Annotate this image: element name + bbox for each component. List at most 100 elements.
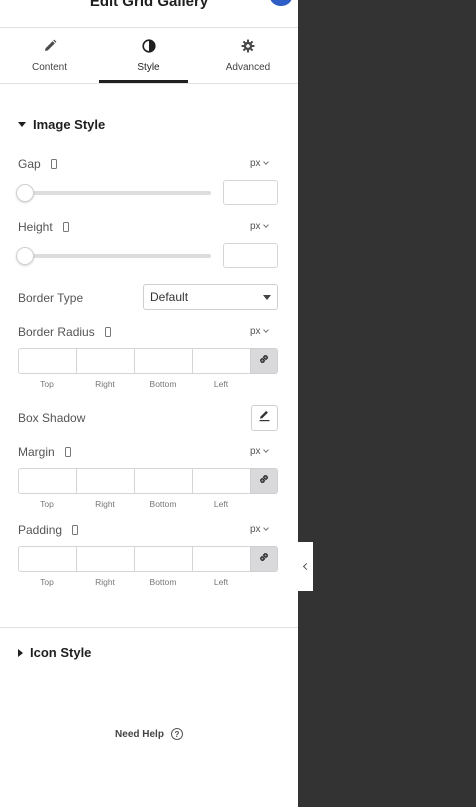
border-radius-control-label: Border Radius xyxy=(18,325,111,339)
gap-input[interactable] xyxy=(223,180,278,205)
mobile-device-icon[interactable] xyxy=(72,525,79,535)
margin-left-input[interactable] xyxy=(192,468,250,494)
link-values-button[interactable] xyxy=(250,546,278,572)
link-icon xyxy=(258,472,270,490)
chevron-down-icon xyxy=(262,525,269,531)
tab-label: Style xyxy=(137,62,160,73)
box-shadow-edit-button[interactable] xyxy=(251,405,278,431)
height-slider-handle[interactable] xyxy=(16,247,34,265)
section-icon-style[interactable]: Icon Style xyxy=(18,645,91,660)
mobile-device-icon[interactable] xyxy=(62,222,69,232)
padding-right-input[interactable] xyxy=(76,546,134,572)
height-input[interactable] xyxy=(223,243,278,268)
dim-label-bottom: Bottom xyxy=(149,577,177,587)
box-shadow-label: Box Shadow xyxy=(18,411,86,425)
caret-right-icon xyxy=(18,648,23,657)
dim-label-right: Right xyxy=(95,499,115,509)
border-radius-right-input[interactable] xyxy=(76,348,134,374)
dim-label-left: Left xyxy=(213,577,229,587)
dim-label-left: Left xyxy=(213,499,229,509)
panel-tabs: Content Style Advanced xyxy=(0,28,298,84)
unit-label: px xyxy=(250,221,261,232)
padding-label: Padding xyxy=(18,523,63,537)
panel-title: Edit Grid Gallery xyxy=(89,0,209,10)
margin-right-input[interactable] xyxy=(76,468,134,494)
collapse-panel-button[interactable] xyxy=(298,542,313,591)
question-icon: ? xyxy=(170,728,183,740)
tab-style[interactable]: Style xyxy=(99,28,198,84)
chevron-down-icon xyxy=(262,327,269,333)
gap-slider[interactable] xyxy=(16,184,211,202)
padding-dimensions xyxy=(18,546,278,572)
padding-left-input[interactable] xyxy=(192,546,250,572)
height-unit-select[interactable]: px xyxy=(250,221,269,232)
height-label: Height xyxy=(18,220,53,234)
link-icon xyxy=(258,550,270,568)
caret-down-icon xyxy=(263,295,271,300)
editor-panel: Edit Grid Gallery Content Style Advanced… xyxy=(0,0,298,807)
dim-label-top: Top xyxy=(40,379,54,389)
gap-label: Gap xyxy=(18,157,41,171)
section-title: Image Style xyxy=(33,117,106,132)
border-type-label: Border Type xyxy=(18,291,84,305)
mobile-device-icon[interactable] xyxy=(50,159,57,169)
unit-label: px xyxy=(250,158,261,169)
tab-advanced[interactable]: Advanced xyxy=(198,28,298,84)
mobile-device-icon[interactable] xyxy=(64,447,71,457)
border-radius-dimensions xyxy=(18,348,278,374)
border-radius-label: Border Radius xyxy=(18,325,95,339)
chevron-left-icon xyxy=(302,562,311,571)
gap-unit-select[interactable]: px xyxy=(250,158,269,169)
gap-slider-handle[interactable] xyxy=(16,184,34,202)
link-values-button[interactable] xyxy=(250,348,278,374)
dim-label-bottom: Bottom xyxy=(149,499,177,509)
margin-unit-select[interactable]: px xyxy=(250,446,269,457)
padding-top-input[interactable] xyxy=(18,546,76,572)
margin-label: Margin xyxy=(18,445,55,459)
border-radius-unit-select[interactable]: px xyxy=(250,326,269,337)
need-help-label: Need Help xyxy=(115,728,164,740)
tab-label: Content xyxy=(31,62,68,73)
section-title: Icon Style xyxy=(30,645,92,660)
dim-label-right: Right xyxy=(95,379,115,389)
caret-down-icon xyxy=(18,122,26,127)
dim-label-bottom: Bottom xyxy=(149,379,177,389)
section-divider xyxy=(0,627,298,628)
dim-label-top: Top xyxy=(40,577,54,587)
link-icon xyxy=(258,352,270,370)
section-image-style[interactable]: Image Style xyxy=(18,117,105,132)
gear-icon xyxy=(241,39,255,58)
link-values-button[interactable] xyxy=(250,468,278,494)
border-radius-bottom-input[interactable] xyxy=(134,348,192,374)
border-radius-top-input[interactable] xyxy=(18,348,76,374)
pencil-icon xyxy=(43,39,57,58)
chevron-down-icon xyxy=(262,447,269,453)
active-tab-indicator xyxy=(99,80,188,83)
padding-control-label: Padding xyxy=(18,523,79,537)
height-slider[interactable] xyxy=(16,247,211,265)
padding-unit-select[interactable]: px xyxy=(250,524,269,535)
margin-dimensions xyxy=(18,468,278,494)
pencil-icon xyxy=(258,409,271,427)
chevron-down-icon xyxy=(262,222,269,228)
half-circle-icon xyxy=(141,39,156,58)
border-type-select[interactable]: Default xyxy=(143,284,278,310)
margin-control-label: Margin xyxy=(18,445,71,459)
dim-label-top: Top xyxy=(40,499,54,509)
margin-dimension-labels: Top Right Bottom Left xyxy=(18,499,250,509)
padding-bottom-input[interactable] xyxy=(134,546,192,572)
margin-bottom-input[interactable] xyxy=(134,468,192,494)
mobile-device-icon[interactable] xyxy=(104,327,111,337)
unit-label: px xyxy=(250,326,261,337)
margin-top-input[interactable] xyxy=(18,468,76,494)
need-help-link[interactable]: Need Help ? xyxy=(0,728,298,740)
dim-label-left: Left xyxy=(213,379,229,389)
tab-content[interactable]: Content xyxy=(0,28,99,84)
border-radius-left-input[interactable] xyxy=(192,348,250,374)
border-radius-dimension-labels: Top Right Bottom Left xyxy=(18,379,250,389)
unit-label: px xyxy=(250,524,261,535)
height-control-label: Height xyxy=(18,220,69,234)
padding-dimension-labels: Top Right Bottom Left xyxy=(18,577,250,587)
dim-label-right: Right xyxy=(95,577,115,587)
tab-label: Advanced xyxy=(225,62,271,73)
